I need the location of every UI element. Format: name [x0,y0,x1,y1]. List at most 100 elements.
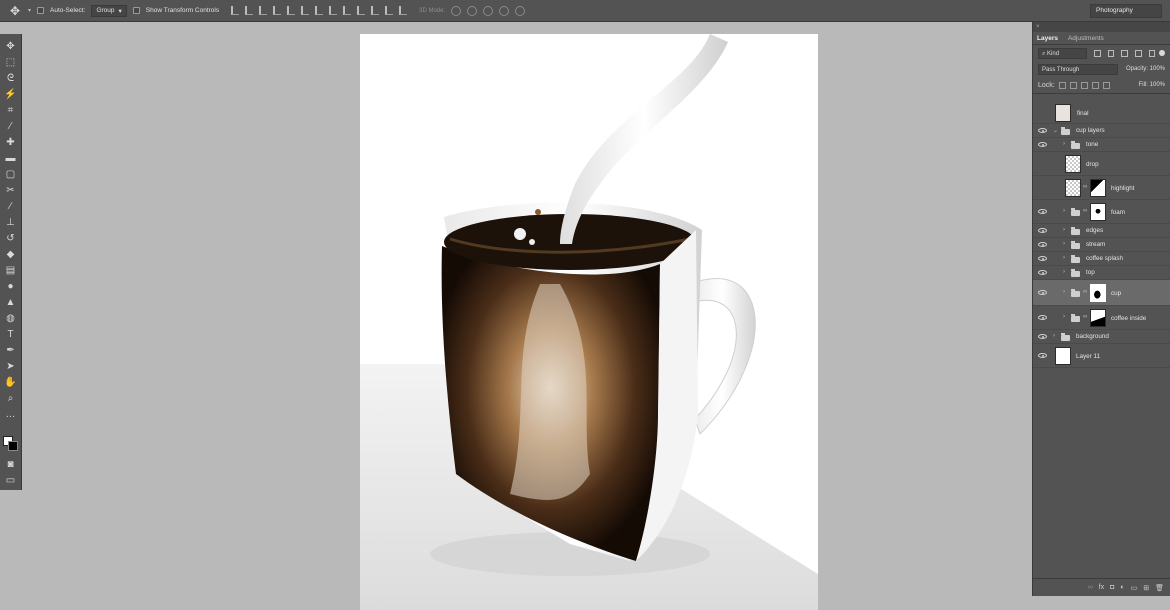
eye-icon[interactable] [1038,209,1047,214]
marquee-tool-icon[interactable]: ⬚ [4,56,17,69]
document-canvas[interactable] [360,34,818,610]
opacity-control[interactable]: Opacity: 100% [1126,66,1165,72]
lock-transparent-icon[interactable] [1058,81,1066,89]
ruler-tool-icon[interactable]: ▬ [4,152,17,165]
path-select-tool-icon[interactable]: ➤ [4,360,17,373]
lock-pixels-icon[interactable] [1069,81,1077,89]
chevron-right-icon[interactable]: › [1063,208,1065,214]
3d-scale-icon[interactable] [515,5,526,16]
layer-row-cup[interactable]: › ∞ cup [1033,280,1170,306]
frame-tool-icon[interactable]: ▢ [4,168,17,181]
eye-icon[interactable] [1038,290,1047,295]
eraser-tool-icon[interactable]: ◆ [4,248,17,261]
distribute-top-icon[interactable] [315,6,324,15]
healing-tool-icon[interactable]: ✚ [4,136,17,149]
fill-control[interactable]: Fill: 100% [1139,82,1165,88]
layer-row-final[interactable]: final [1033,102,1170,124]
eyedropper-tool-icon[interactable]: ⁄ [4,120,17,133]
3d-drag-icon[interactable] [483,5,494,16]
layer-row-stream[interactable]: › stream [1033,238,1170,252]
align-vcenter-icon[interactable] [245,6,254,15]
layer-row-background[interactable]: › background [1033,330,1170,344]
filter-toggle[interactable] [1159,50,1165,56]
clone-tool-icon[interactable]: ✂ [4,184,17,197]
folder-icon[interactable]: ▭ [1131,584,1138,592]
sharpen-tool-icon[interactable]: ▲ [4,296,17,309]
auto-align-icon[interactable] [399,6,408,15]
tool-preset-caret-icon[interactable]: ▾ [28,7,31,14]
type-tool-icon[interactable]: T [4,328,17,341]
layer-row-cup-layers[interactable]: ⌄ cup layers [1033,124,1170,138]
screen-mode-icon[interactable]: ▭ [4,474,17,487]
eye-icon[interactable] [1038,315,1047,320]
adjustment-icon[interactable]: ◐ [1120,584,1124,591]
move-tool-icon[interactable]: ✥ [8,4,22,18]
chevron-right-icon[interactable]: › [1063,269,1065,275]
lock-position-icon[interactable] [1080,81,1088,89]
hand-tool-icon[interactable]: ✋ [4,376,17,389]
pen-tool-icon[interactable]: ✒ [4,344,17,357]
move-tool-icon[interactable]: ✥ [4,40,17,53]
link-icon[interactable]: ∞ [1088,584,1093,591]
chevron-right-icon[interactable]: › [1063,241,1065,247]
layer-row-tone[interactable]: › tone [1033,138,1170,152]
eye-icon[interactable] [1038,353,1047,358]
link-icon[interactable]: ∞ [1083,314,1087,320]
chevron-right-icon[interactable]: › [1053,333,1055,339]
3d-slide-icon[interactable] [499,5,510,16]
link-icon[interactable]: ∞ [1083,289,1087,295]
filter-kind-dropdown[interactable]: ⌕ Kind [1038,47,1087,59]
distribute-left-icon[interactable] [357,6,366,15]
layer-mask-thumbnail[interactable] [1090,309,1106,327]
quick-mask-icon[interactable]: ◙ [4,458,17,471]
lock-all-icon[interactable] [1102,81,1110,89]
distribute-vcenter-icon[interactable] [329,6,338,15]
filter-pixel-icon[interactable] [1093,49,1101,57]
layer-mask-thumbnail[interactable] [1090,284,1106,302]
chevron-right-icon[interactable]: › [1063,227,1065,233]
distribute-bottom-icon[interactable] [343,6,352,15]
mask-icon[interactable]: ◘ [1110,584,1114,591]
auto-select-checkbox[interactable] [37,7,45,14]
layer-row-top[interactable]: › top [1033,266,1170,280]
layer-row-foam[interactable]: › ∞ foam [1033,200,1170,224]
align-bottom-icon[interactable] [259,6,268,15]
filter-smart-object-icon[interactable] [1148,49,1156,57]
chevron-right-icon[interactable]: › [1063,141,1065,147]
fx-icon[interactable]: fx [1099,584,1104,591]
layer-row-coffee-splash[interactable]: › coffee splash [1033,252,1170,266]
chevron-right-icon[interactable]: › [1063,255,1065,261]
distribute-right-icon[interactable] [385,6,394,15]
filter-adjustment-icon[interactable] [1107,49,1115,57]
align-left-icon[interactable] [273,6,282,15]
gradient-tool-icon[interactable]: ▤ [4,264,17,277]
layer-row-highlight[interactable]: ∞ highlight [1033,176,1170,200]
eye-icon[interactable] [1038,270,1047,275]
dodge-tool-icon[interactable]: ◍ [4,312,17,325]
layer-row-edges[interactable]: › edges [1033,224,1170,238]
filter-shape-icon[interactable] [1135,49,1142,57]
show-transform-checkbox[interactable] [132,7,140,14]
stamp-tool-icon[interactable]: ⊥ [4,216,17,229]
eye-icon[interactable] [1038,242,1047,247]
auto-select-dropdown[interactable]: Group ▾ [91,4,127,17]
eye-icon[interactable] [1038,128,1047,133]
link-icon[interactable]: ∞ [1083,208,1087,214]
chevron-right-icon[interactable]: › [1063,314,1065,320]
magic-wand-tool-icon[interactable]: ⚡ [4,88,17,101]
3d-roll-icon[interactable] [467,5,478,16]
history-brush-tool-icon[interactable]: ↺ [4,232,17,245]
eye-icon[interactable] [1038,142,1047,147]
background-color-swatch[interactable] [8,441,18,451]
distribute-hcenter-icon[interactable] [371,6,380,15]
more-tools-icon[interactable]: … [4,408,17,421]
new-layer-icon[interactable]: ⊞ [1143,584,1149,592]
blur-tool-icon[interactable]: ● [4,280,17,293]
eye-icon[interactable] [1038,334,1047,339]
layer-mask-thumbnail[interactable] [1090,179,1106,197]
tab-layers[interactable]: Layers [1037,35,1058,44]
tab-adjustments[interactable]: Adjustments [1068,35,1104,44]
layer-row-layer-11[interactable]: Layer 11 [1033,344,1170,368]
crop-tool-icon[interactable]: ⌗ [4,104,17,117]
link-icon[interactable]: ∞ [1083,184,1087,190]
